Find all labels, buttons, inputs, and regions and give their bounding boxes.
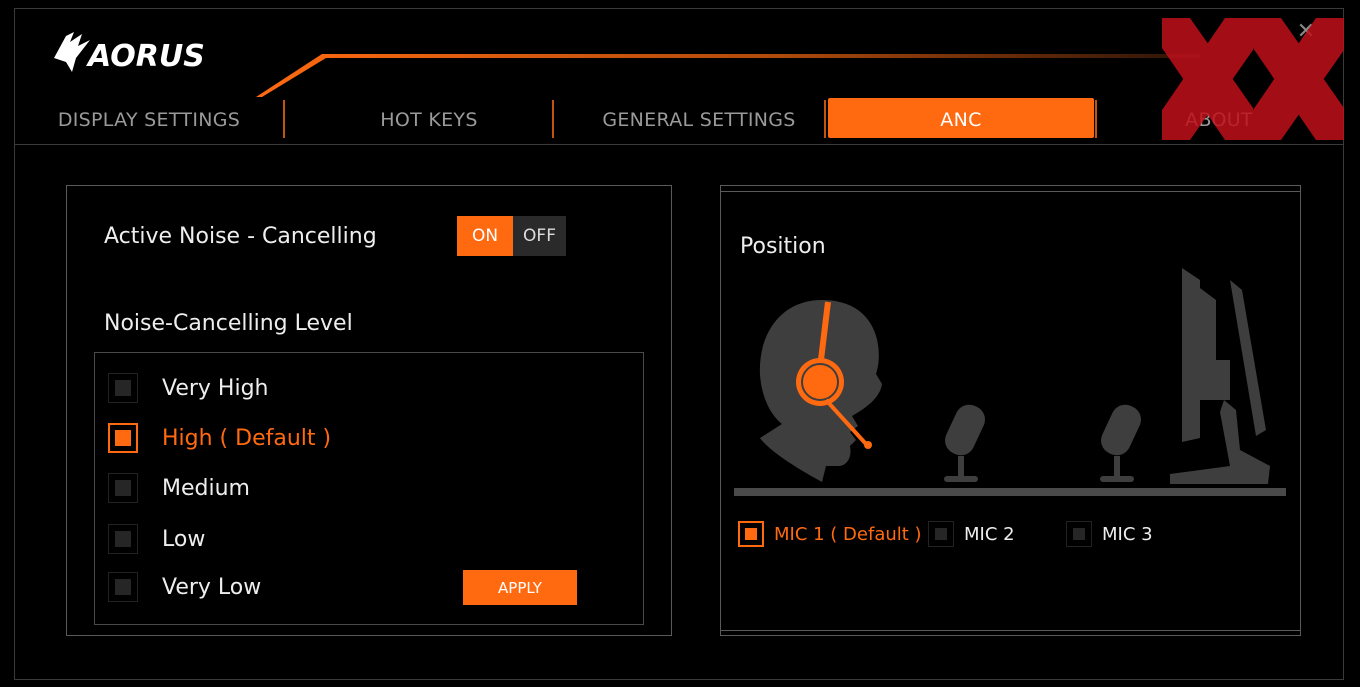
desk-surface <box>734 488 1286 496</box>
level-option-medium[interactable]: Medium <box>108 471 250 505</box>
level-option-very-low[interactable]: Very Low <box>108 570 261 604</box>
level-option-label: Low <box>162 526 206 552</box>
aorus-logo: AORUS <box>54 32 205 74</box>
level-checkbox[interactable] <box>108 373 138 403</box>
level-checkbox[interactable] <box>108 473 138 503</box>
mic-selector: MIC 1 ( Default ) MIC 2 MIC 3 <box>738 518 1278 550</box>
level-checkbox[interactable] <box>108 423 138 453</box>
mic-option-1[interactable]: MIC 1 ( Default ) <box>738 518 922 550</box>
mic-option-label: MIC 3 <box>1102 523 1153 545</box>
mic-option-label: MIC 1 ( Default ) <box>774 523 922 545</box>
tab-hot-keys[interactable]: HOT KEYS <box>304 98 554 138</box>
tab-divider <box>283 100 285 138</box>
level-checkbox[interactable] <box>108 524 138 554</box>
mic-checkbox[interactable] <box>738 521 764 547</box>
position-label: Position <box>740 234 826 259</box>
mic-checkbox[interactable] <box>928 521 954 547</box>
microphone-3-icon <box>1100 404 1141 482</box>
level-checkbox[interactable] <box>108 572 138 602</box>
level-option-label: Very High <box>162 375 269 401</box>
apply-button[interactable]: APPLY <box>463 570 577 605</box>
level-option-high[interactable]: High ( Default ) <box>108 421 331 455</box>
mic-checkbox[interactable] <box>1066 521 1092 547</box>
level-option-label: Medium <box>162 475 250 501</box>
mic-option-3[interactable]: MIC 3 <box>1066 518 1153 550</box>
tab-divider <box>552 100 554 138</box>
level-label: Noise-Cancelling Level <box>104 311 353 336</box>
tab-divider <box>824 100 826 138</box>
mic-option-label: MIC 2 <box>964 523 1015 545</box>
level-option-very-high[interactable]: Very High <box>108 371 269 405</box>
level-option-label: High ( Default ) <box>162 425 332 451</box>
level-option-label: Very Low <box>162 574 262 600</box>
mic-option-2[interactable]: MIC 2 <box>928 518 1015 550</box>
close-icon[interactable]: ✕ <box>1294 20 1318 44</box>
anc-on-button[interactable]: ON <box>457 216 513 256</box>
header-divider <box>14 144 1344 145</box>
tab-divider <box>1095 100 1097 138</box>
panel-divider <box>720 191 1301 192</box>
anc-toggle[interactable]: ON OFF <box>457 216 566 256</box>
tab-bar: DISPLAY SETTINGS HOT KEYS GENERAL SETTIN… <box>14 96 1344 142</box>
level-option-low[interactable]: Low <box>108 522 205 556</box>
logo-text: AORUS <box>86 39 205 74</box>
anc-label: Active Noise - Cancelling <box>104 224 377 249</box>
position-illustration <box>734 268 1286 496</box>
tab-about[interactable]: ABOUT <box>1124 98 1314 138</box>
microphone-2-icon <box>944 404 985 482</box>
head-with-headset-icon <box>759 300 882 482</box>
monitor-icon <box>1170 268 1270 484</box>
anc-off-button[interactable]: OFF <box>513 216 566 256</box>
panel-divider <box>720 630 1301 631</box>
tab-anc[interactable]: ANC <box>828 98 1094 138</box>
tab-general-settings[interactable]: GENERAL SETTINGS <box>574 98 824 138</box>
tab-display-settings[interactable]: DISPLAY SETTINGS <box>34 98 264 138</box>
